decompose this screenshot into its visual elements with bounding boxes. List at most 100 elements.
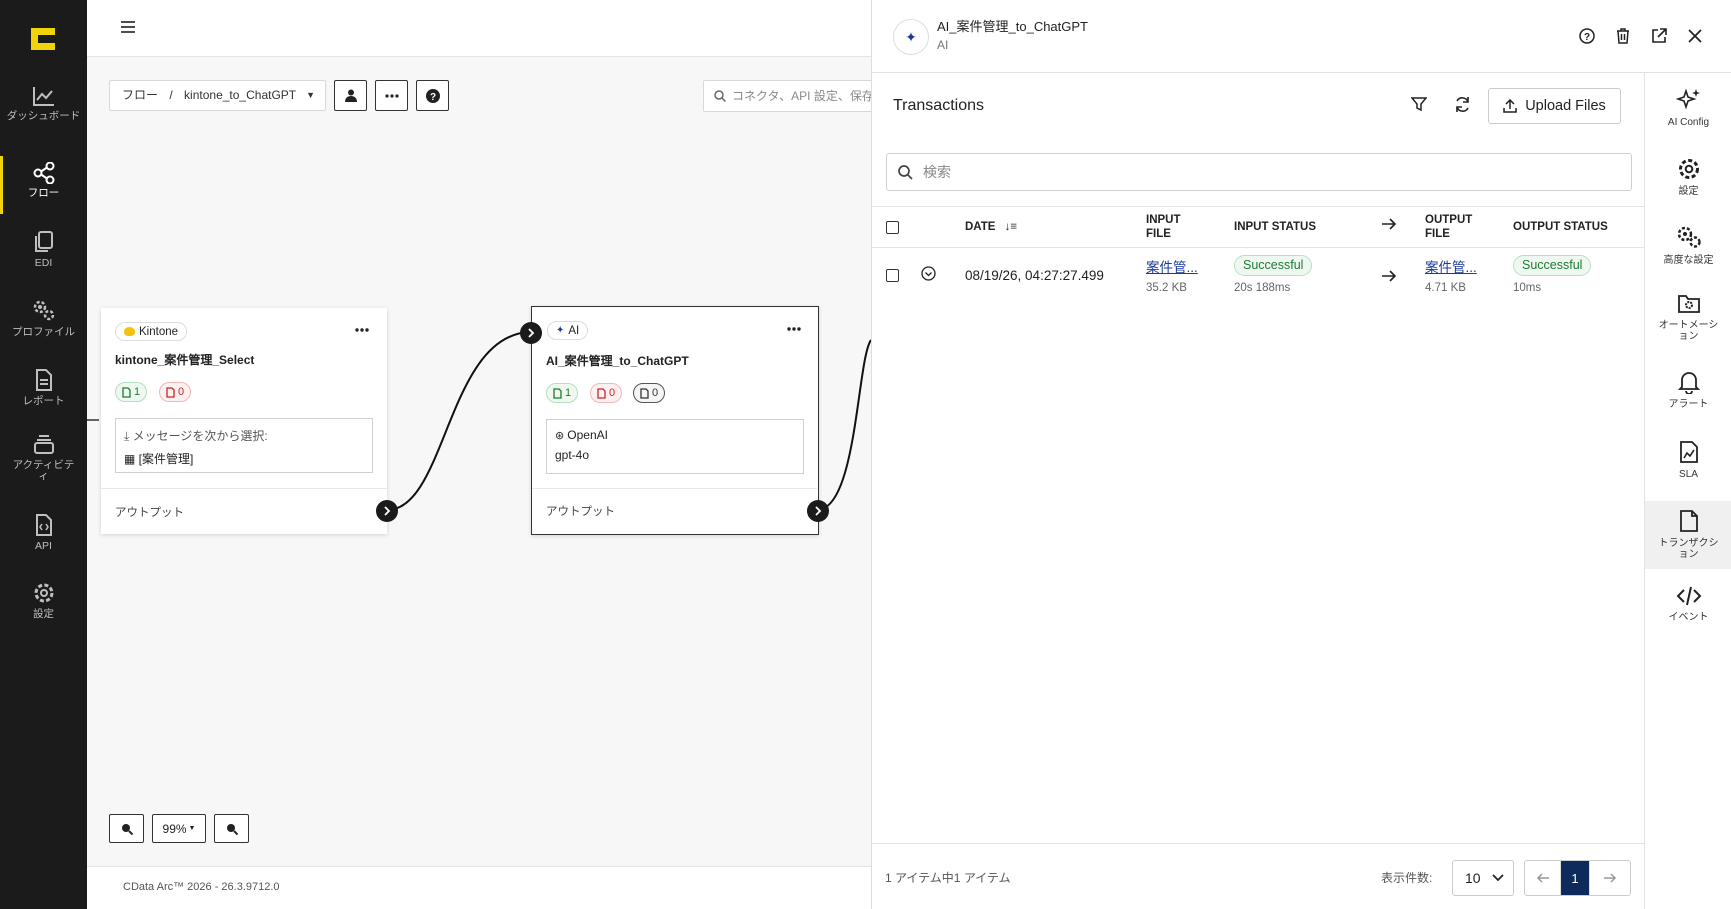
select-all-checkbox[interactable] bbox=[886, 221, 899, 234]
node-menu-icon[interactable] bbox=[787, 327, 801, 331]
nav-label: SLA bbox=[1679, 469, 1698, 480]
section-title: Transactions bbox=[893, 97, 984, 114]
sidebar-item-label: API bbox=[35, 540, 52, 552]
sidebar-item-label: アクティビティ bbox=[12, 459, 75, 482]
output-handle[interactable] bbox=[376, 500, 398, 522]
download-icon: ⤓ bbox=[124, 429, 133, 443]
node-divider bbox=[532, 488, 817, 489]
column-output-status[interactable]: OUTPUT STATUS bbox=[1513, 220, 1608, 234]
node-detail-box: ⊛ OpenAI gpt-4o bbox=[546, 419, 804, 474]
column-output-file[interactable]: OUTPUT FILE bbox=[1425, 213, 1485, 241]
nav-label: イベント bbox=[1668, 612, 1709, 623]
detail-line: gpt-4o bbox=[555, 448, 590, 462]
breadcrumb-root[interactable]: フロー bbox=[122, 88, 158, 102]
success-count-badge: 1 bbox=[546, 383, 579, 403]
cdata-logo[interactable] bbox=[28, 25, 58, 53]
refresh-button[interactable] bbox=[1454, 96, 1471, 118]
user-button[interactable] bbox=[334, 80, 367, 111]
sidebar-item-profile[interactable]: プロファイル bbox=[0, 297, 87, 338]
node-divider bbox=[101, 488, 387, 489]
chevron-down-icon[interactable]: ▼ bbox=[306, 81, 315, 110]
external-link-icon bbox=[1652, 28, 1667, 43]
sidebar-item-flow[interactable]: フロー bbox=[0, 156, 87, 214]
top-bar bbox=[87, 0, 871, 57]
node-type-pill: ✦ AI bbox=[547, 321, 589, 340]
output-file-link[interactable]: 案件管... bbox=[1425, 256, 1477, 276]
table-row[interactable]: 08/19/26, 04:27:27.499 案件管... 35.2 KB Su… bbox=[872, 248, 1645, 306]
delete-button[interactable] bbox=[1612, 25, 1634, 47]
help-button[interactable]: ? bbox=[416, 80, 449, 111]
panel-title: AI_案件管理_to_ChatGPT bbox=[937, 19, 1088, 34]
more-options-button[interactable] bbox=[375, 80, 408, 111]
chart-line-icon bbox=[32, 87, 54, 106]
page-size-value: 10 bbox=[1465, 870, 1481, 886]
page-1-button[interactable]: 1 bbox=[1561, 861, 1589, 895]
nav-label: アラート bbox=[1668, 399, 1709, 410]
nav-settings[interactable]: 設定 bbox=[1645, 157, 1731, 197]
connector-nav: AI Config 設定 高度な設定 オートメーション アラート SLA トラン… bbox=[1645, 73, 1731, 909]
status-badge: Successful bbox=[1513, 255, 1592, 276]
nav-advanced-settings[interactable]: 高度な設定 bbox=[1645, 224, 1731, 266]
zoom-in-button[interactable] bbox=[214, 814, 249, 843]
output-duration: 10ms bbox=[1513, 282, 1542, 294]
transaction-date: 08/19/26, 04:27:27.499 bbox=[965, 268, 1104, 283]
nav-events[interactable]: イベント bbox=[1645, 585, 1731, 623]
nav-sla[interactable]: SLA bbox=[1645, 440, 1731, 480]
arrow-left-icon bbox=[1536, 873, 1549, 883]
sidebar-item-edi[interactable]: EDI bbox=[0, 230, 87, 269]
input-handle[interactable] bbox=[520, 322, 542, 344]
column-input-file[interactable]: INPUT FILE bbox=[1146, 213, 1196, 241]
transaction-search-input[interactable]: 検索 bbox=[886, 153, 1632, 191]
nav-transactions[interactable]: トランザクション bbox=[1645, 501, 1731, 569]
file-icon bbox=[640, 387, 649, 399]
close-button[interactable] bbox=[1684, 25, 1706, 47]
sidebar-item-settings[interactable]: 設定 bbox=[0, 581, 87, 620]
filter-icon bbox=[1410, 97, 1428, 112]
sla-file-icon bbox=[1679, 441, 1698, 463]
sidebar-item-report[interactable]: レポート bbox=[0, 368, 87, 407]
flow-breadcrumb[interactable]: フロー / kintone_to_ChatGPT ▼ bbox=[109, 80, 326, 111]
sidebar-item-dashboard[interactable]: ダッシュボード bbox=[0, 85, 87, 122]
ai-node[interactable]: ✦ AI AI_案件管理_to_ChatGPT 1 0 0 ⊛ OpenAI g… bbox=[520, 306, 829, 535]
nav-automation[interactable]: オートメーション bbox=[1645, 293, 1731, 342]
column-label: DATE bbox=[965, 221, 996, 233]
nav-label: 高度な設定 bbox=[1663, 255, 1714, 266]
pagination-footer: 1 アイテム中1 アイテム 表示件数: 10 1 bbox=[872, 843, 1645, 909]
breadcrumb-separator: / bbox=[169, 88, 173, 102]
node-detail-box: ⤓ メッセージを次から選択: ▦ [案件管理] bbox=[115, 418, 373, 473]
nav-alerts[interactable]: アラート bbox=[1645, 370, 1731, 410]
page-size-select[interactable]: 10 bbox=[1452, 860, 1514, 896]
connector-search-input[interactable]: コネクタ、API 設定、保存 bbox=[703, 80, 871, 112]
prev-page-button[interactable] bbox=[1525, 861, 1561, 895]
column-date[interactable]: DATE ↓≡ bbox=[965, 220, 1017, 234]
input-file-link[interactable]: 案件管... bbox=[1146, 256, 1198, 276]
kintone-node[interactable]: Kintone kintone_案件管理_Select 1 0 ⤓ メッセージを… bbox=[101, 308, 398, 534]
sidebar-item-api[interactable]: API bbox=[0, 513, 87, 552]
bell-icon bbox=[1677, 372, 1700, 394]
sparkle-icon: ✦ bbox=[556, 325, 565, 336]
row-checkbox[interactable] bbox=[886, 269, 899, 282]
zoom-level-select[interactable]: 99% ▼ bbox=[152, 814, 206, 843]
node-menu-icon[interactable] bbox=[355, 328, 369, 332]
sidebar-item-label: 設定 bbox=[33, 608, 54, 620]
next-page-button[interactable] bbox=[1589, 861, 1630, 895]
filter-button[interactable] bbox=[1410, 96, 1428, 117]
expand-row-button[interactable] bbox=[921, 266, 936, 284]
page-size-label: 表示件数: bbox=[1381, 871, 1433, 885]
pending-count-badge: 0 bbox=[633, 383, 666, 403]
column-input-status[interactable]: INPUT STATUS bbox=[1234, 220, 1316, 234]
nav-ai-config[interactable]: AI Config bbox=[1645, 88, 1731, 128]
sidebar-item-activity[interactable]: アクティビティ bbox=[0, 434, 87, 482]
help-button[interactable]: ? bbox=[1576, 25, 1598, 47]
count-value: 1 bbox=[565, 387, 572, 399]
hamburger-menu-icon[interactable] bbox=[120, 20, 136, 34]
output-handle[interactable] bbox=[807, 500, 829, 522]
nav-label: AI Config bbox=[1667, 117, 1710, 128]
sidebar-item-label: EDI bbox=[34, 257, 53, 269]
count-value: 0 bbox=[652, 387, 659, 399]
input-status-cell: Successful 20s 188ms bbox=[1234, 255, 1313, 294]
zoom-out-button[interactable] bbox=[109, 814, 144, 843]
transactions-panel: ✦ AI_案件管理_to_ChatGPT AI ? Transactions U… bbox=[871, 0, 1731, 909]
open-external-button[interactable] bbox=[1648, 25, 1670, 47]
upload-files-button[interactable]: Upload Files bbox=[1488, 88, 1621, 124]
